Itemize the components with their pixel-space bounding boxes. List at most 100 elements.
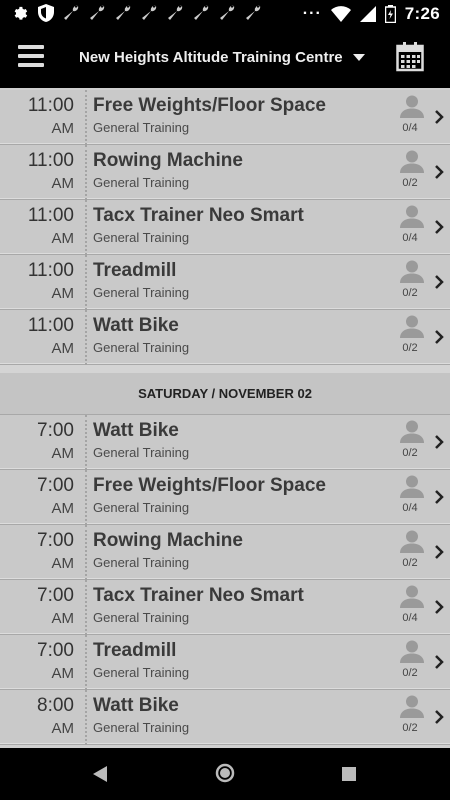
chevron-right-icon (435, 330, 444, 344)
time-column: 7:00 AM (0, 470, 87, 525)
hamburger-menu-icon[interactable] (18, 45, 44, 69)
session-time: 7:00 (37, 585, 74, 606)
time-column: 11:00 AM (0, 145, 87, 200)
session-ampm: AM (51, 555, 75, 572)
session-title: Tacx Trainer Neo Smart (93, 585, 304, 606)
session-title: Treadmill (93, 640, 177, 661)
session-row[interactable]: 7:00 AM Treadmill General Training 0/2 (0, 635, 450, 690)
person-icon (400, 420, 424, 443)
session-ampm: AM (51, 340, 75, 357)
navigation-bar (0, 748, 450, 800)
chevron-right-icon (435, 275, 444, 289)
chevron-right-icon (435, 220, 444, 234)
back-triangle-icon[interactable] (93, 766, 107, 782)
session-title: Rowing Machine (93, 150, 243, 171)
session-subtitle: General Training (93, 665, 190, 680)
wrench-icon (220, 5, 235, 20)
wrench-icon (116, 5, 131, 20)
session-group-previous: 11:00 AM Free Weights/Floor Space General T… (0, 90, 450, 365)
session-ampm: AM (51, 610, 75, 627)
session-row[interactable]: 8:00 AM Watt Bike General Training 0/2 (0, 690, 450, 745)
session-ampm: AM (51, 175, 75, 192)
notification-icons (12, 4, 262, 22)
person-icon (400, 695, 424, 718)
overflow-dots: ··· (302, 5, 322, 22)
session-title: Watt Bike (93, 420, 179, 441)
session-time: 7:00 (37, 420, 74, 441)
session-ampm: AM (51, 120, 75, 137)
session-ampm: AM (51, 230, 75, 247)
wrench-icon (64, 5, 79, 20)
status-bar: ··· 7:26 (0, 0, 450, 28)
time-column: 11:00 AM (0, 310, 87, 365)
session-time: 11:00 (27, 260, 74, 281)
wrench-icon (194, 5, 209, 20)
time-column: 7:00 AM (0, 635, 87, 690)
date-header-label: SATURDAY / NOVEMBER 02 (138, 386, 312, 401)
wifi-icon (330, 6, 351, 22)
recents-square-icon[interactable] (342, 767, 356, 781)
battery-icon (384, 5, 396, 23)
capacity-count: 0/4 (402, 232, 418, 244)
session-row[interactable]: 7:00 AM Free Weights/Floor Space General Tr… (0, 470, 450, 525)
session-time: 7:00 (37, 475, 74, 496)
capacity-count: 0/2 (402, 722, 418, 734)
session-subtitle: General Training (93, 230, 190, 245)
chevron-right-icon (435, 110, 444, 124)
person-icon (400, 260, 424, 283)
session-row[interactable]: 7:00 AM Tacx Trainer Neo Smart General Trai… (0, 580, 450, 635)
session-subtitle: General Training (93, 120, 190, 135)
person-icon (400, 95, 424, 118)
session-row[interactable]: 11:00 AM Watt Bike General Training 0/2 (0, 310, 450, 365)
session-subtitle: General Training (93, 445, 190, 460)
home-circle-icon[interactable] (215, 763, 235, 783)
session-row[interactable]: 11:00 AM Free Weights/Floor Space General T… (0, 90, 450, 145)
time-column: 11:00 AM (0, 255, 87, 310)
session-ampm: AM (51, 445, 75, 462)
signal-icon (359, 6, 376, 22)
session-title: Tacx Trainer Neo Smart (93, 205, 304, 226)
capacity-count: 0/4 (402, 122, 418, 134)
session-subtitle: General Training (93, 555, 190, 570)
session-title: Rowing Machine (93, 530, 243, 551)
location-title: New Heights Altitude Training Centre (79, 49, 343, 66)
time-column: 11:00 AM (0, 90, 87, 145)
session-subtitle: General Training (93, 720, 190, 735)
session-ampm: AM (51, 285, 75, 302)
session-list: 11:00 AM Free Weights/Floor Space General T… (0, 88, 450, 748)
session-row[interactable]: 11:00 AM Rowing Machine General Training 0/2 (0, 145, 450, 200)
session-title: Watt Bike (93, 695, 179, 716)
app-bar: New Heights Altitude Training Centre (0, 28, 450, 88)
date-header: SATURDAY / NOVEMBER 02 (0, 365, 450, 415)
capacity-count: 0/2 (402, 667, 418, 679)
session-row[interactable]: 11:00 AM Treadmill General Training 0/2 (0, 255, 450, 310)
calendar-icon[interactable] (396, 42, 424, 72)
shield-icon (38, 4, 54, 22)
person-icon (400, 585, 424, 608)
session-row[interactable]: 11:00 AM Tacx Trainer Neo Smart General Tra… (0, 200, 450, 255)
chevron-right-icon (435, 165, 444, 179)
location-selector[interactable]: New Heights Altitude Training Centre (79, 49, 365, 66)
person-icon (400, 150, 424, 173)
time-column: 7:00 AM (0, 415, 87, 470)
session-subtitle: General Training (93, 500, 190, 515)
capacity-count: 0/4 (402, 612, 418, 624)
capacity-count: 0/2 (402, 177, 418, 189)
session-title: Free Weights/Floor Space (93, 95, 326, 116)
person-icon (400, 475, 424, 498)
chevron-right-icon (435, 545, 444, 559)
session-row[interactable]: 7:00 AM Watt Bike General Training 0/2 (0, 415, 450, 470)
session-ampm: AM (51, 665, 75, 682)
session-time: 11:00 (27, 95, 74, 116)
chevron-right-icon (435, 655, 444, 669)
session-title: Treadmill (93, 260, 177, 281)
capacity-count: 0/2 (402, 287, 418, 299)
session-subtitle: General Training (93, 610, 190, 625)
time-column: 7:00 AM (0, 525, 87, 580)
session-row[interactable]: 7:00 AM Rowing Machine General Training 0/2 (0, 525, 450, 580)
session-time: 8:00 (37, 695, 74, 716)
session-subtitle: General Training (93, 285, 190, 300)
dropdown-arrow-icon (352, 54, 365, 61)
capacity-count: 0/4 (402, 502, 418, 514)
session-subtitle: General Training (93, 175, 190, 190)
